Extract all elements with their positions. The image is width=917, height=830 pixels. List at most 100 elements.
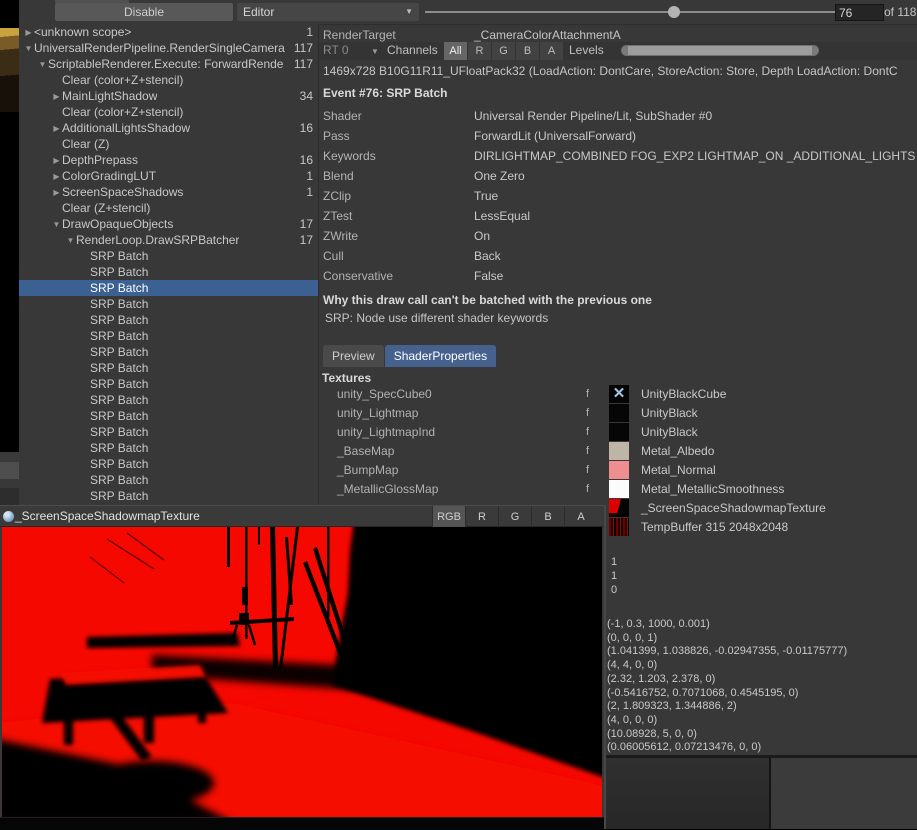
property-label: Blend: [323, 169, 474, 183]
tree-row[interactable]: ScreenSpaceShadows 1: [19, 184, 318, 200]
tree-row[interactable]: SRP Batch: [19, 360, 318, 376]
tree-row[interactable]: ScriptableRenderer.Execute: ForwardRende…: [19, 56, 318, 72]
property-row: Conservative False: [323, 266, 917, 286]
property-value: True: [474, 189, 498, 203]
tree-row[interactable]: SRP Batch: [19, 344, 318, 360]
tree-arrow-icon[interactable]: [51, 172, 62, 181]
tree-arrow-icon[interactable]: [51, 220, 62, 229]
tree-row[interactable]: MainLightShadow 34: [19, 88, 318, 104]
texture-thumbnail[interactable]: [609, 499, 629, 517]
tree-row[interactable]: SRP Batch: [19, 328, 318, 344]
tree-row[interactable]: ColorGradingLUT 1: [19, 168, 318, 184]
preview-channel-buttons: RGBRGBA: [432, 506, 597, 528]
texture-row[interactable]: _BumpMap f Metal_Normal: [319, 460, 917, 479]
tree-row[interactable]: SRP Batch: [19, 488, 318, 504]
tree-row[interactable]: <unknown scope> 1: [19, 24, 318, 40]
event-tree: <unknown scope> 1 UniversalRenderPipelin…: [19, 24, 318, 504]
disable-button[interactable]: Disable: [55, 3, 233, 21]
tree-row-label: SRP Batch: [90, 425, 148, 439]
channel-button[interactable]: B: [516, 42, 540, 60]
tree-row-label: SRP Batch: [90, 441, 148, 455]
tree-row[interactable]: UniversalRenderPipeline.RenderSingleCame…: [19, 40, 318, 56]
tree-row[interactable]: SRP Batch: [19, 408, 318, 424]
tree-arrow-icon[interactable]: [51, 92, 62, 101]
vector-value: (4, 0, 0, 0): [607, 714, 847, 728]
texture-thumbnail[interactable]: [609, 480, 629, 498]
property-label: Cull: [323, 249, 474, 263]
vector-value: (-1, 0.3, 1000, 0.001): [607, 618, 847, 632]
texture-row[interactable]: unity_LightmapInd f UnityBlack: [319, 422, 917, 441]
property-value: Back: [474, 249, 501, 263]
tree-row-label: SRP Batch: [90, 473, 148, 487]
channel-buttons: AllRGBA: [444, 42, 564, 60]
preview-channel-button[interactable]: RGB: [432, 506, 465, 528]
target-dropdown-label: Editor: [243, 5, 274, 19]
background-panel-band: [0, 479, 19, 488]
tree-row[interactable]: SRP Batch: [19, 248, 318, 264]
tree-row[interactable]: SRP Batch: [19, 440, 318, 456]
tree-arrow-icon[interactable]: [65, 236, 76, 245]
tree-row[interactable]: SRP Batch: [19, 312, 318, 328]
channel-button[interactable]: R: [468, 42, 492, 60]
tree-row[interactable]: SRP Batch: [19, 392, 318, 408]
texture-row[interactable]: unity_SpecCube0 f UnityBlackCube: [319, 384, 917, 403]
tree-row[interactable]: Clear (color+Z+stencil): [19, 72, 318, 88]
render-target-label: RenderTarget: [323, 28, 396, 42]
vector-value: (1.041399, 1.038826, -0.02947355, -0.011…: [607, 645, 847, 659]
property-row: ZWrite On: [323, 226, 917, 246]
texture-asset-name: Metal_Albedo: [641, 444, 714, 458]
tree-arrow-icon[interactable]: [51, 156, 62, 165]
preview-channel-button[interactable]: B: [531, 506, 564, 528]
tree-row[interactable]: SRP Batch: [19, 264, 318, 280]
preview-channel-button[interactable]: G: [498, 506, 531, 528]
tree-row[interactable]: SRP Batch: [19, 296, 318, 312]
shadowmap-preview-image[interactable]: [2, 527, 602, 817]
tree-arrow-icon[interactable]: [51, 188, 62, 197]
tree-row[interactable]: RenderLoop.DrawSRPBatcher 17: [19, 232, 318, 248]
channel-button[interactable]: G: [492, 42, 516, 60]
tree-row[interactable]: SRP Batch: [19, 376, 318, 392]
tree-arrow-icon[interactable]: [51, 124, 62, 133]
float-value: 0: [611, 583, 617, 597]
texture-thumbnail[interactable]: [609, 404, 629, 422]
tree-row[interactable]: Clear (color+Z+stencil): [19, 104, 318, 120]
tree-row[interactable]: Clear (Z+stencil): [19, 200, 318, 216]
tree-row[interactable]: DrawOpaqueObjects 17: [19, 216, 318, 232]
tree-arrow-icon[interactable]: [23, 44, 34, 53]
texture-thumbnail[interactable]: [609, 385, 629, 403]
detail-tab[interactable]: Preview: [323, 345, 384, 367]
channel-button[interactable]: All: [444, 42, 468, 60]
tree-row[interactable]: SRP Batch: [19, 456, 318, 472]
texture-row[interactable]: _MetallicGlossMap f Metal_MetallicSmooth…: [319, 479, 917, 498]
texture-row[interactable]: _BaseMap f Metal_Albedo: [319, 441, 917, 460]
detail-tab[interactable]: ShaderProperties: [385, 345, 496, 367]
float-value: 1: [611, 555, 617, 569]
texture-thumbnail[interactable]: [609, 442, 629, 460]
preview-channel-button[interactable]: A: [564, 506, 597, 528]
channel-button[interactable]: A: [540, 42, 564, 60]
texture-row[interactable]: unity_Lightmap f UnityBlack: [319, 403, 917, 422]
rt-select-dropdown[interactable]: RT 0 ▼: [323, 43, 383, 57]
tree-row[interactable]: SRP Batch: [19, 472, 318, 488]
tree-arrow-icon[interactable]: [37, 60, 48, 69]
texture-thumbnail[interactable]: [609, 518, 629, 536]
texture-thumbnail[interactable]: [609, 461, 629, 479]
tree-row[interactable]: DepthPrepass 16: [19, 152, 318, 168]
property-value: Universal Render Pipeline/Lit, SubShader…: [474, 109, 712, 123]
levels-range-slider[interactable]: [621, 45, 819, 56]
tree-arrow-icon[interactable]: [23, 28, 34, 37]
preview-titlebar[interactable]: _ScreenSpaceShadowmapTexture RGBRGBA: [0, 505, 604, 527]
tree-row[interactable]: AdditionalLightsShadow 16: [19, 120, 318, 136]
detail-tabs: PreviewShaderProperties: [323, 345, 497, 367]
tree-row[interactable]: SRP Batch: [19, 280, 318, 296]
preview-bottom-strip: [0, 817, 604, 830]
batch-break-title: Why this draw call can't be batched with…: [323, 293, 652, 307]
preview-channel-button[interactable]: R: [465, 506, 498, 528]
tree-row[interactable]: Clear (Z): [19, 136, 318, 152]
tree-row[interactable]: SRP Batch: [19, 424, 318, 440]
vector-value: (-0.5416752, 0.7071068, 0.4545195, 0): [607, 687, 847, 701]
texture-thumbnail[interactable]: [609, 423, 629, 441]
tree-row-label: SRP Batch: [90, 329, 148, 343]
texture-property-name: unity_Lightmap: [319, 406, 586, 420]
property-row: Cull Back: [323, 246, 917, 266]
